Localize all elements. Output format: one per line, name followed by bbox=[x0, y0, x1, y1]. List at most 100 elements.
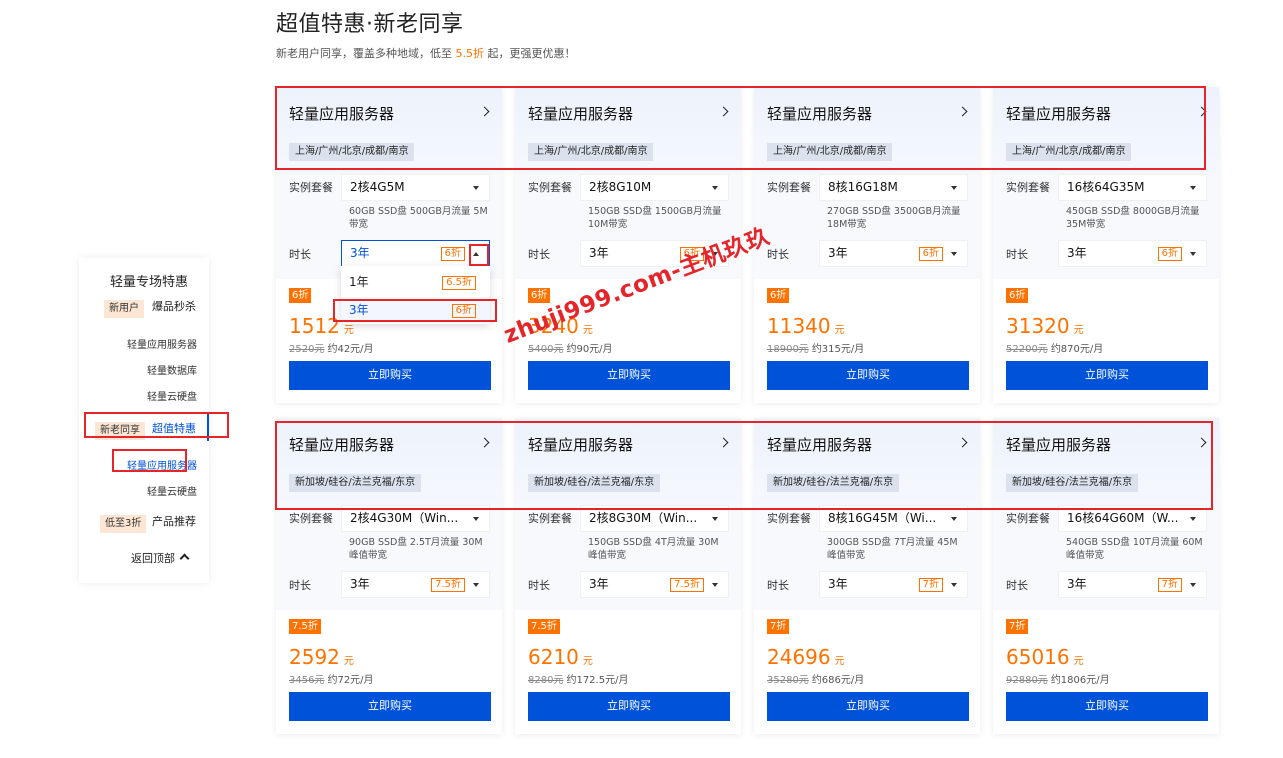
product-card: 轻量应用服务器 上海/广州/北京/成都/南京 实例套餐 16核64G35M 45… bbox=[993, 87, 1219, 403]
caret-down-icon[interactable] bbox=[1190, 252, 1196, 256]
monthly-price: 约172.5元/月 bbox=[566, 675, 629, 686]
page-subtitle: 新老用户同享，覆盖多种地域，低至 5.5折 起，更强更优惠！ bbox=[276, 45, 576, 61]
package-select[interactable]: 2核8G30M（Win... bbox=[580, 505, 729, 532]
caret-down-icon bbox=[473, 517, 479, 521]
price-value: 1512 bbox=[289, 314, 340, 338]
price-value: 2592 bbox=[289, 645, 340, 669]
duration-select[interactable]: 3年 7.5折 bbox=[580, 571, 729, 598]
card-header[interactable]: 轻量应用服务器 新加坡/硅谷/法兰克福/东京 bbox=[993, 418, 1219, 506]
chevron-right-icon[interactable] bbox=[718, 437, 729, 448]
duration-discount-tag: 7.5折 bbox=[670, 578, 704, 592]
caret-down-icon[interactable] bbox=[1190, 583, 1196, 587]
sidebar-tag-new-user: 新用户 bbox=[104, 300, 144, 318]
duration-label: 时长 bbox=[1006, 579, 1028, 592]
duration-label: 时长 bbox=[1006, 248, 1028, 261]
original-price: 3456元 约72元/月 bbox=[289, 671, 374, 686]
sidebar-section-recommend[interactable]: 产品推荐 bbox=[152, 513, 196, 531]
card-header[interactable]: 轻量应用服务器 新加坡/硅谷/法兰克福/东京 bbox=[515, 418, 741, 506]
sidebar-item-offer-server[interactable]: 轻量应用服务器 bbox=[127, 457, 197, 472]
page-title: 超值特惠·新老同享 bbox=[276, 12, 464, 37]
duration-select[interactable]: 3年 6折 bbox=[819, 240, 968, 267]
package-select-value: 16核64G35M bbox=[1067, 180, 1145, 194]
discount-badge: 7.5折 bbox=[528, 619, 560, 634]
buy-now-button[interactable]: 立即购买 bbox=[767, 361, 969, 390]
duration-option-1y[interactable]: 1年 6.5折 bbox=[341, 269, 490, 295]
package-select-value: 2核4G5M bbox=[350, 180, 405, 194]
price: 24696 元 bbox=[767, 645, 845, 669]
package-select[interactable]: 16核64G35M bbox=[1058, 174, 1207, 201]
card-header[interactable]: 轻量应用服务器 上海/广州/北京/成都/南京 bbox=[993, 87, 1219, 175]
original-price: 18900元 约315元/月 bbox=[767, 340, 864, 355]
price-value: 11340 bbox=[767, 314, 831, 338]
duration-select[interactable]: 3年 7.5折 bbox=[341, 571, 490, 598]
package-select-value: 8核16G45M（Wi... bbox=[828, 511, 937, 525]
chevron-right-icon[interactable] bbox=[1196, 437, 1207, 448]
package-select[interactable]: 8核16G18M bbox=[819, 174, 968, 201]
chevron-right-icon[interactable] bbox=[957, 106, 968, 117]
chevron-right-icon[interactable] bbox=[479, 437, 490, 448]
package-select-value: 16核64G60M（W... bbox=[1067, 511, 1179, 525]
package-select[interactable]: 8核16G45M（Wi... bbox=[819, 505, 968, 532]
product-card: 轻量应用服务器 新加坡/硅谷/法兰克福/东京 实例套餐 2核8G30M（Win.… bbox=[515, 418, 741, 734]
card-header[interactable]: 轻量应用服务器 上海/广州/北京/成都/南京 bbox=[515, 87, 741, 175]
card-header[interactable]: 轻量应用服务器 上海/广州/北京/成都/南京 bbox=[754, 87, 980, 175]
buy-now-button[interactable]: 立即购买 bbox=[528, 692, 730, 721]
buy-now-button[interactable]: 立即购买 bbox=[1006, 361, 1208, 390]
duration-label: 时长 bbox=[289, 248, 311, 261]
price: 31320 元 bbox=[1006, 314, 1084, 338]
buy-now-button[interactable]: 立即购买 bbox=[528, 361, 730, 390]
duration-select[interactable]: 3年 6折 bbox=[341, 240, 490, 267]
caret-down-icon[interactable] bbox=[951, 252, 957, 256]
sidebar-item-offer-disk[interactable]: 轻量云硬盘 bbox=[147, 483, 197, 498]
package-select[interactable]: 16核64G60M（W... bbox=[1058, 505, 1207, 532]
card-header[interactable]: 轻量应用服务器 新加坡/硅谷/法兰克福/东京 bbox=[754, 418, 980, 506]
package-select-value: 2核8G30M（Win... bbox=[589, 511, 698, 525]
sidebar-section-flash-sale[interactable]: 爆品秒杀 bbox=[152, 298, 196, 316]
subtitle-text-end: 起，更强更优惠！ bbox=[484, 47, 576, 60]
buy-now-button[interactable]: 立即购买 bbox=[767, 692, 969, 721]
chevron-right-icon[interactable] bbox=[957, 437, 968, 448]
monthly-price: 约1806元/月 bbox=[1050, 675, 1110, 686]
card-region-tag: 新加坡/硅谷/法兰克福/东京 bbox=[767, 474, 900, 492]
card-header[interactable]: 轻量应用服务器 上海/广州/北京/成都/南京 bbox=[276, 87, 502, 175]
sidebar-section-special-offer[interactable]: 超值特惠 bbox=[152, 420, 196, 438]
card-region-tag: 新加坡/硅谷/法兰克福/东京 bbox=[1006, 474, 1139, 492]
buy-now-button[interactable]: 立即购买 bbox=[1006, 692, 1208, 721]
original-price: 5400元 约90元/月 bbox=[528, 340, 613, 355]
back-to-top-button[interactable]: 返回顶部 bbox=[131, 550, 190, 566]
caret-down-icon[interactable] bbox=[951, 583, 957, 587]
sidebar-active-indicator bbox=[207, 413, 209, 441]
caret-up-icon[interactable] bbox=[473, 252, 479, 256]
buy-now-button[interactable]: 立即购买 bbox=[289, 692, 491, 721]
card-header[interactable]: 轻量应用服务器 新加坡/硅谷/法兰克福/东京 bbox=[276, 418, 502, 506]
original-price-value: 8280元 bbox=[528, 675, 564, 686]
package-select[interactable]: 2核4G5M bbox=[341, 174, 490, 201]
chevron-up-icon bbox=[179, 553, 190, 564]
sidebar-item-lighthouse-disk[interactable]: 轻量云硬盘 bbox=[147, 388, 197, 403]
price: 6210 元 bbox=[528, 645, 593, 669]
duration-select[interactable]: 3年 7折 bbox=[1058, 571, 1207, 598]
package-select[interactable]: 2核4G30M（Win... bbox=[341, 505, 490, 532]
caret-down-icon[interactable] bbox=[712, 583, 718, 587]
chevron-right-icon[interactable] bbox=[1196, 106, 1207, 117]
duration-select[interactable]: 3年 6折 bbox=[1058, 240, 1207, 267]
caret-down-icon[interactable] bbox=[473, 583, 479, 587]
duration-select[interactable]: 3年 7折 bbox=[819, 571, 968, 598]
sidebar-item-lighthouse-db[interactable]: 轻量数据库 bbox=[147, 362, 197, 377]
chevron-right-icon[interactable] bbox=[479, 106, 490, 117]
price-unit: 元 bbox=[582, 325, 593, 336]
duration-option-3y[interactable]: 3年 6折 bbox=[341, 297, 490, 323]
duration-label: 时长 bbox=[767, 579, 789, 592]
buy-now-button[interactable]: 立即购买 bbox=[289, 361, 491, 390]
sidebar-item-lighthouse-server[interactable]: 轻量应用服务器 bbox=[127, 336, 197, 351]
card-product-name: 轻量应用服务器 bbox=[528, 436, 634, 454]
original-price: 8280元 约172.5元/月 bbox=[528, 671, 628, 686]
card-product-name: 轻量应用服务器 bbox=[528, 105, 634, 123]
duration-select-value: 3年 bbox=[589, 246, 609, 260]
chevron-right-icon[interactable] bbox=[718, 106, 729, 117]
card-region-tag: 上海/广州/北京/成都/南京 bbox=[528, 143, 654, 161]
package-select[interactable]: 2核8G10M bbox=[580, 174, 729, 201]
card-region-tag: 上海/广州/北京/成都/南京 bbox=[1006, 143, 1132, 161]
original-price: 52200元 约870元/月 bbox=[1006, 340, 1103, 355]
sidebar-tag-low-price: 低至3折 bbox=[100, 515, 147, 533]
